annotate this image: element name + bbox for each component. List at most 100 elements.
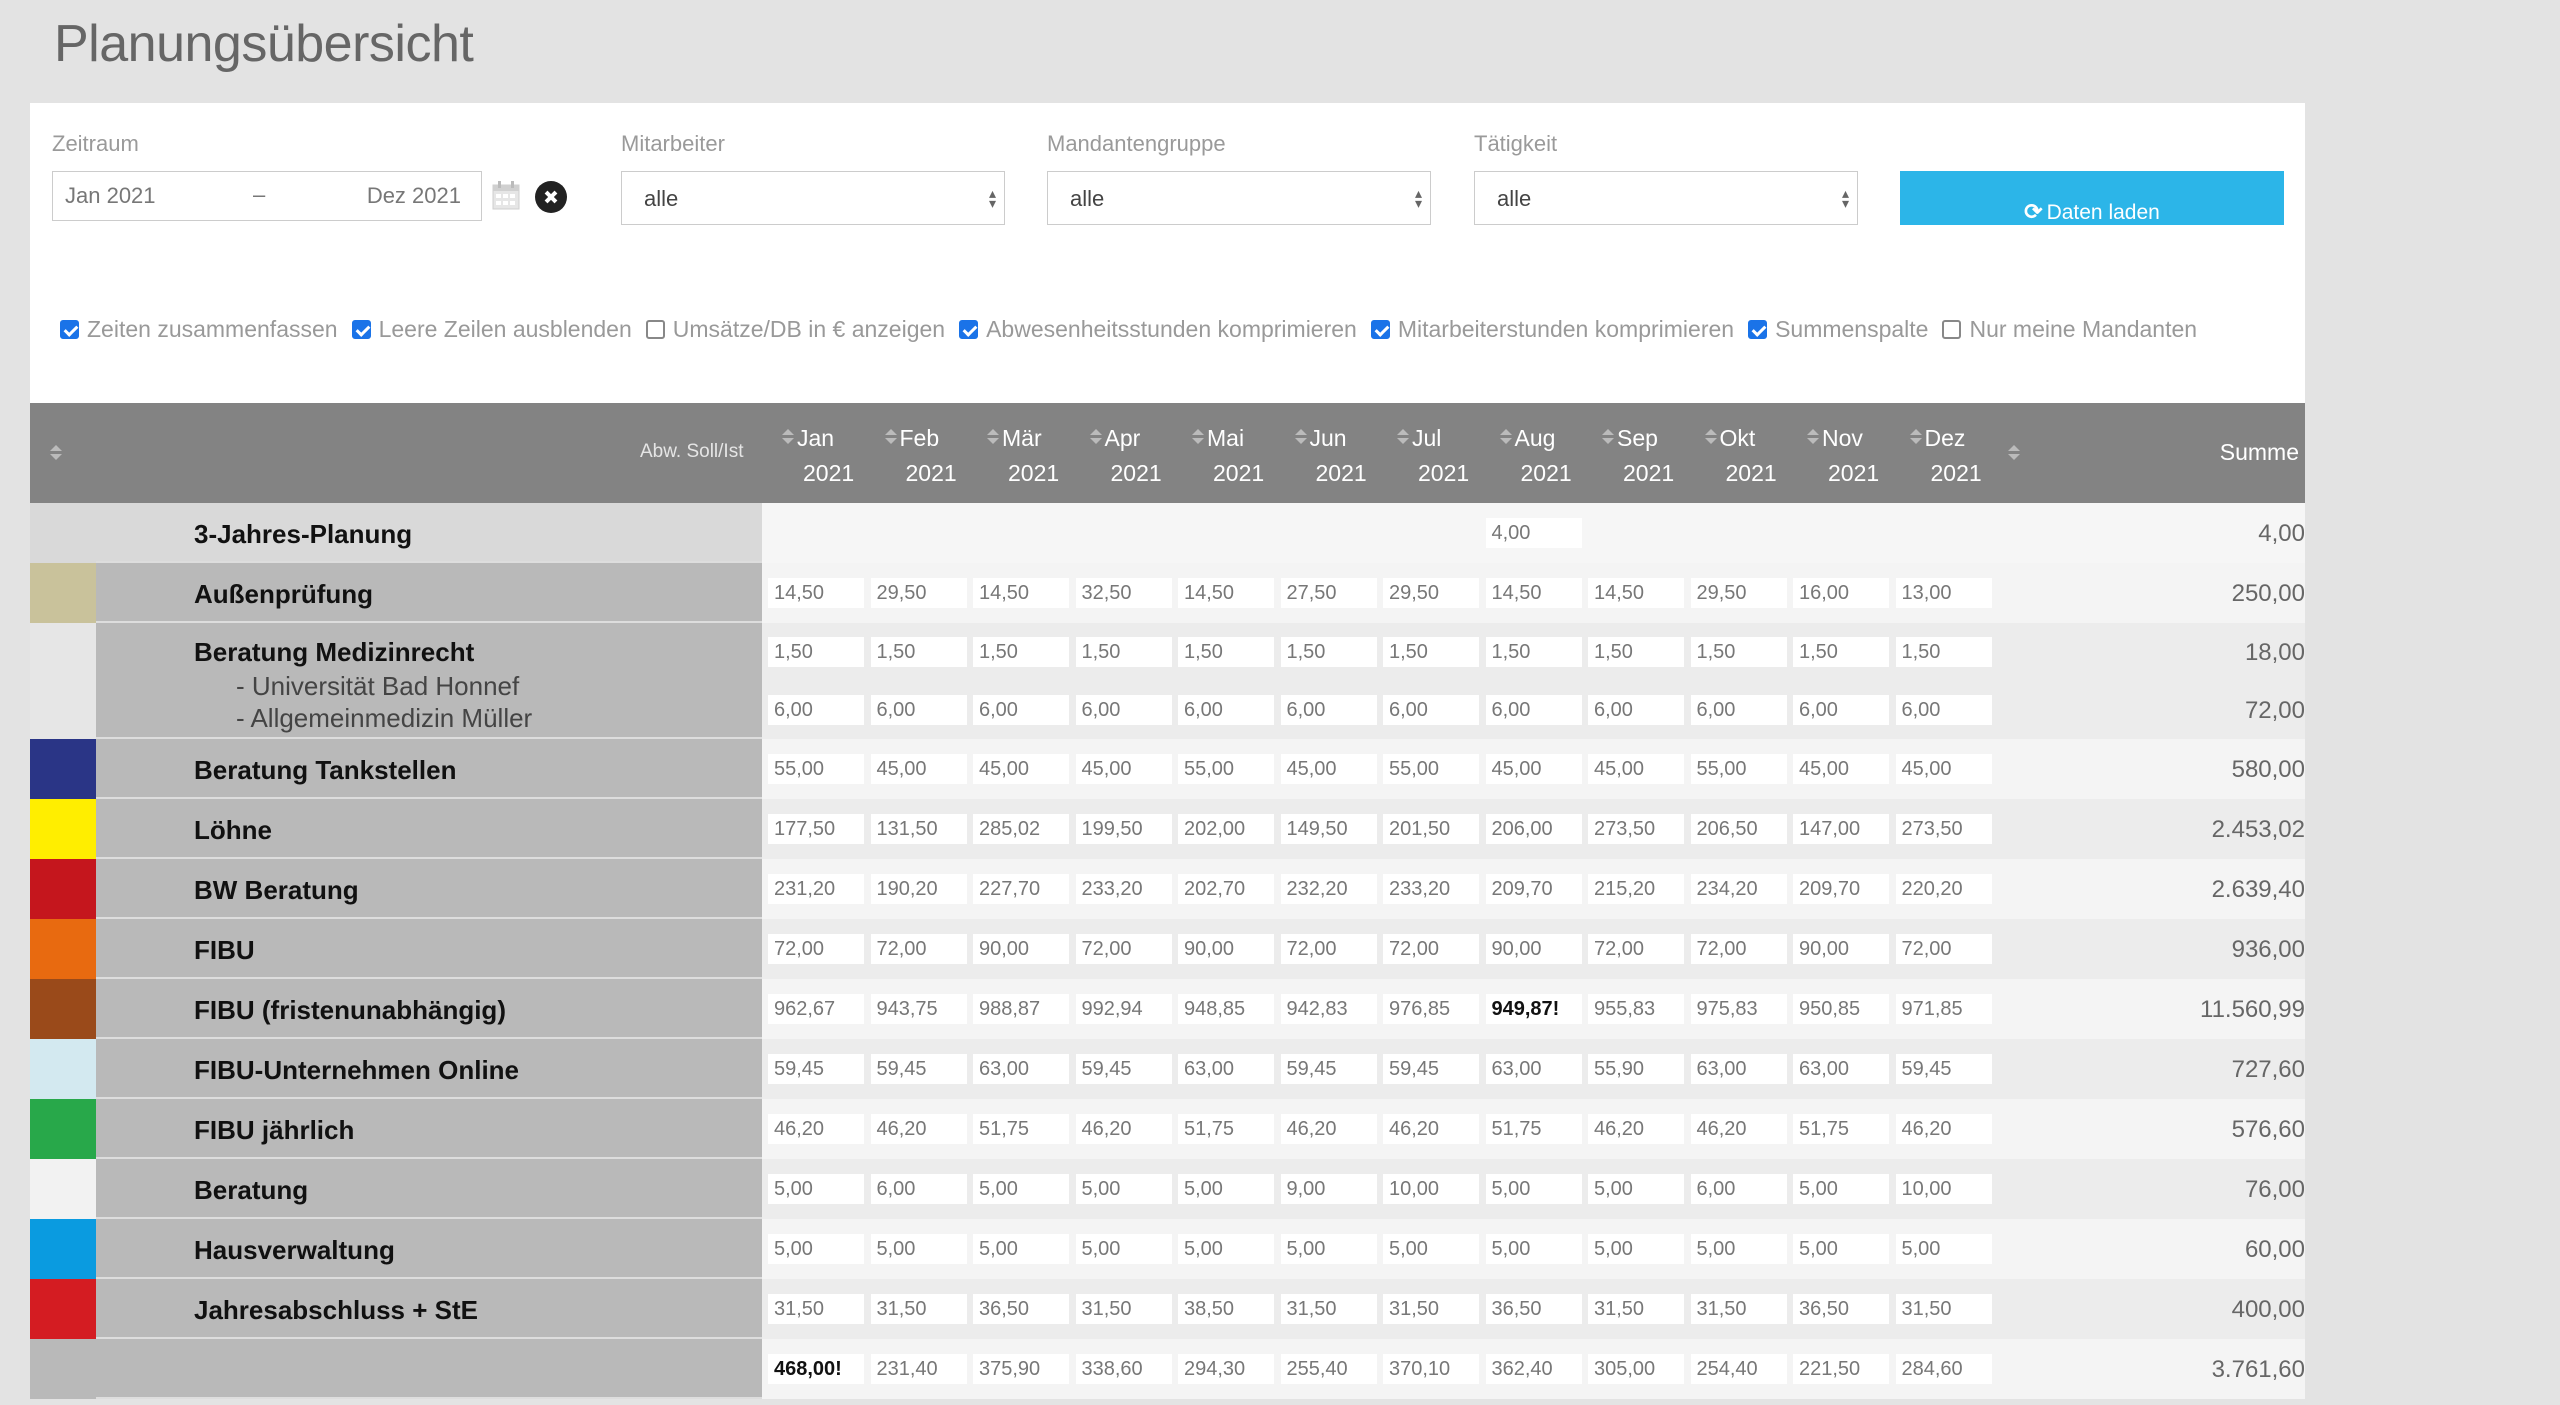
value-cell[interactable]: 55,00 (1383, 754, 1479, 784)
value-cell[interactable]: 90,00 (1178, 934, 1274, 964)
value-cell[interactable]: 976,85 (1383, 994, 1479, 1024)
value-cell[interactable]: 46,20 (870, 1114, 967, 1144)
value-cell[interactable]: 46,20 (1383, 1114, 1479, 1144)
value-cell[interactable]: 10,00 (1383, 1174, 1479, 1204)
value-cell[interactable]: 36,50 (1793, 1294, 1889, 1324)
month-header[interactable]: Nov 2021 (1807, 425, 1907, 487)
value-cell[interactable]: 14,50 (1178, 578, 1274, 608)
sort-icon[interactable] (987, 429, 999, 445)
value-cell[interactable]: 46,20 (1588, 1114, 1684, 1144)
value-cell[interactable]: 5,00 (973, 1174, 1069, 1204)
value-cell[interactable]: 72,00 (1075, 934, 1172, 964)
value-cell[interactable]: 63,00 (1485, 1054, 1582, 1084)
option-5[interactable]: Summenspalte (1748, 316, 1928, 343)
value-cell[interactable]: 992,94 (1075, 994, 1172, 1024)
sort-icon[interactable] (50, 445, 62, 461)
option-checkbox[interactable] (351, 320, 371, 339)
value-cell[interactable]: 255,40 (1280, 1354, 1377, 1384)
value-cell[interactable]: 5,00 (1588, 1174, 1684, 1204)
month-header[interactable]: Aug 2021 (1499, 425, 1600, 487)
value-cell[interactable]: 59,45 (1383, 1054, 1479, 1084)
value-cell[interactable]: 199,50 (1075, 814, 1172, 844)
value-cell[interactable]: 51,75 (1485, 1114, 1582, 1144)
value-cell[interactable]: 1,50 (768, 637, 864, 667)
value-cell[interactable]: 16,00 (1793, 578, 1889, 608)
value-cell[interactable]: 1,50 (973, 637, 1069, 667)
value-cell[interactable]: 5,00 (1895, 1234, 1992, 1264)
value-cell[interactable]: 1,50 (1383, 637, 1479, 667)
value-cell[interactable]: 231,40 (870, 1354, 967, 1384)
value-cell[interactable]: 5,00 (973, 1234, 1069, 1264)
value-cell[interactable]: 962,67 (768, 994, 864, 1024)
month-header[interactable]: Okt 2021 (1704, 425, 1805, 487)
calendar-icon[interactable] (492, 180, 520, 210)
value-cell[interactable]: 1,50 (1485, 637, 1582, 667)
value-cell[interactable]: 233,20 (1383, 874, 1479, 904)
month-header[interactable]: Sep 2021 (1602, 425, 1702, 487)
value-cell[interactable]: 14,50 (973, 578, 1069, 608)
value-cell[interactable]: 6,00 (1178, 695, 1274, 725)
value-cell[interactable]: 6,00 (1895, 695, 1992, 725)
mandantengruppe-select[interactable]: alle ▴ ▾ (1047, 171, 1431, 225)
option-checkbox[interactable] (959, 320, 979, 339)
value-cell[interactable]: 1,50 (1075, 637, 1172, 667)
value-cell[interactable]: 1,50 (1690, 637, 1787, 667)
value-cell[interactable]: 231,20 (768, 874, 864, 904)
value-cell[interactable]: 5,00 (1793, 1234, 1889, 1264)
date-from[interactable]: Jan 2021 (65, 183, 156, 209)
value-cell[interactable]: 202,00 (1178, 814, 1274, 844)
value-cell[interactable]: 190,20 (870, 874, 967, 904)
value-cell[interactable]: 31,50 (1075, 1294, 1172, 1324)
value-cell[interactable]: 5,00 (1178, 1234, 1274, 1264)
option-0[interactable]: Zeiten zusammenfassen (60, 316, 338, 343)
value-cell[interactable]: 6,00 (1075, 695, 1172, 725)
option-checkbox[interactable] (60, 320, 79, 339)
month-header[interactable]: Jul 2021 (1397, 425, 1497, 487)
value-cell[interactable]: 943,75 (870, 994, 967, 1024)
value-cell[interactable]: 1,50 (870, 637, 967, 667)
value-cell[interactable]: 13,00 (1895, 578, 1992, 608)
option-2[interactable]: Umsätze/DB in € anzeigen (645, 316, 945, 343)
value-cell[interactable]: 72,00 (1588, 934, 1684, 964)
value-cell[interactable]: 45,00 (973, 754, 1069, 784)
value-cell[interactable]: 206,50 (1690, 814, 1787, 844)
option-1[interactable]: Leere Zeilen ausblenden (351, 316, 632, 343)
value-cell[interactable]: 5,00 (1075, 1174, 1172, 1204)
value-cell[interactable]: 36,50 (1485, 1294, 1582, 1324)
value-cell[interactable]: 38,50 (1178, 1294, 1274, 1324)
value-cell[interactable]: 177,50 (768, 814, 864, 844)
value-cell[interactable]: 29,50 (1383, 578, 1479, 608)
month-header[interactable]: Mär 2021 (987, 425, 1087, 487)
value-cell[interactable]: 285,02 (973, 814, 1069, 844)
value-cell[interactable]: 370,10 (1383, 1354, 1479, 1384)
value-cell[interactable]: 206,00 (1485, 814, 1582, 844)
sort-icon[interactable] (1807, 429, 1819, 445)
value-cell[interactable]: 202,70 (1178, 874, 1274, 904)
value-cell[interactable]: 5,00 (1075, 1234, 1172, 1264)
value-cell[interactable]: 59,45 (1075, 1054, 1172, 1084)
month-header[interactable]: Feb 2021 (884, 425, 985, 487)
value-cell[interactable]: 5,00 (1178, 1174, 1274, 1204)
value-cell[interactable]: 90,00 (1485, 934, 1582, 964)
value-cell[interactable]: 45,00 (870, 754, 967, 784)
value-cell[interactable]: 6,00 (1383, 695, 1479, 725)
zeitraum-field[interactable]: Jan 2021 – Dez 2021 (52, 171, 482, 221)
sort-icon[interactable] (1704, 429, 1717, 445)
value-cell[interactable]: 31,50 (870, 1294, 967, 1324)
value-cell[interactable]: 6,00 (768, 695, 864, 725)
value-cell[interactable]: 14,50 (768, 578, 864, 608)
value-cell[interactable]: 131,50 (870, 814, 967, 844)
value-cell[interactable]: 6,00 (1690, 695, 1787, 725)
value-cell[interactable]: 273,50 (1895, 814, 1992, 844)
value-cell[interactable]: 284,60 (1895, 1354, 1992, 1384)
mitarbeiter-select[interactable]: alle ▴ ▾ (621, 171, 1005, 225)
value-cell[interactable]: 31,50 (1383, 1294, 1479, 1324)
value-cell[interactable]: 31,50 (768, 1294, 864, 1324)
clear-icon[interactable] (535, 181, 567, 213)
value-cell[interactable]: 72,00 (1280, 934, 1377, 964)
sort-icon[interactable] (1909, 429, 1922, 445)
value-cell[interactable]: 46,20 (1895, 1114, 1992, 1144)
value-cell[interactable]: 51,75 (1793, 1114, 1889, 1144)
month-header[interactable]: Mai 2021 (1192, 425, 1292, 487)
value-cell[interactable]: 5,00 (870, 1234, 967, 1264)
